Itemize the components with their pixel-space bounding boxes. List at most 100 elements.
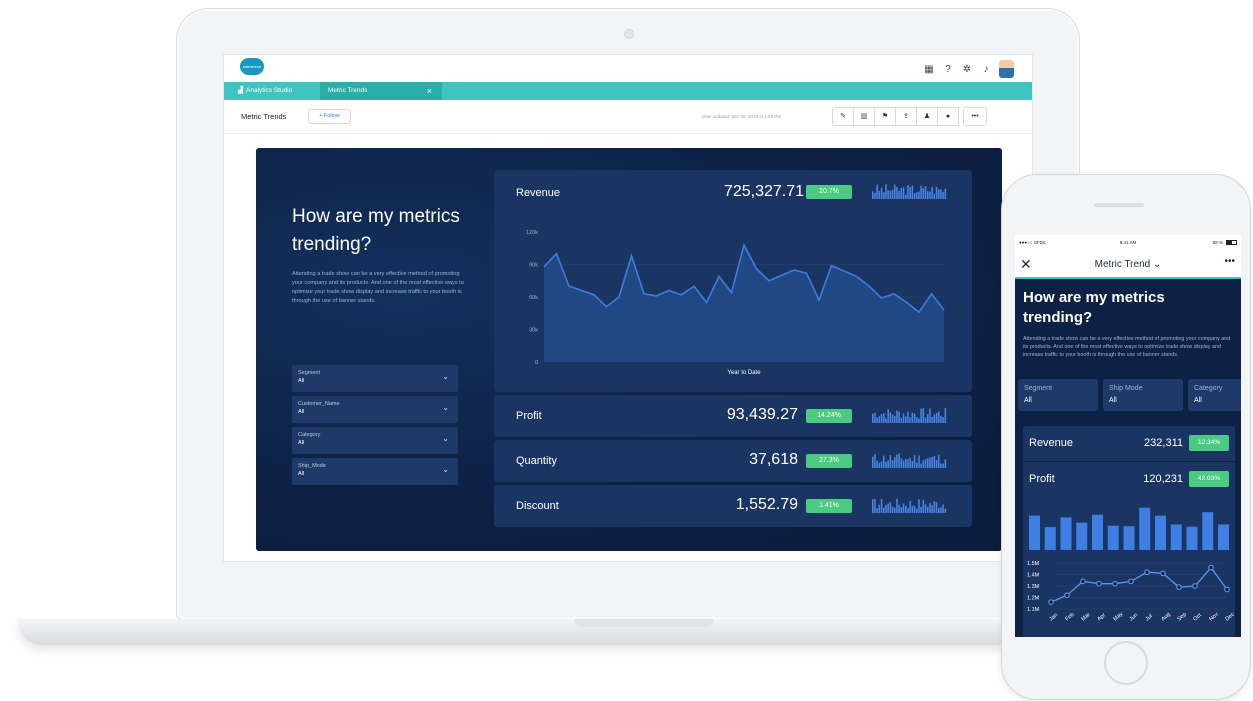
sparkline-bar [878, 416, 881, 423]
sparkline-bar [889, 190, 892, 199]
metric-change-badge: 20.7% [806, 185, 852, 199]
data-point [1176, 584, 1182, 591]
discount-card[interactable]: Discount 1,552.79 1.41% [494, 485, 972, 527]
tab-analytics-studio[interactable]: ▟ Analytics Studio [230, 82, 318, 100]
sparkline-bar [935, 459, 938, 468]
sparkline-bar [933, 501, 936, 513]
sparkline-bar [920, 408, 922, 423]
sparkline-bar [918, 455, 920, 468]
sparkline-bar [907, 185, 909, 199]
sparkline-bar [876, 184, 878, 199]
comment-icon[interactable]: ● [937, 107, 959, 126]
share-icon[interactable]: ⇪ [895, 107, 917, 126]
y-tick-label: 1.3M [1027, 584, 1040, 590]
status-time: 9:41 AM [1119, 240, 1137, 245]
sparkline-bar [876, 460, 878, 468]
x-axis-label: Year to Date [727, 370, 761, 376]
more-actions-button[interactable]: ••• [963, 107, 987, 126]
sparkline-bar [898, 191, 900, 199]
x-tick-label: Feb [1064, 612, 1075, 623]
filter-ship-mode[interactable]: Ship_Mode All ⌄ [292, 458, 458, 485]
sparkline-bar [883, 507, 885, 513]
sparkline-bar [894, 507, 896, 513]
metric-change-badge: 42.03% [1189, 471, 1229, 487]
sparkline-bar [909, 417, 911, 423]
phone-profit-row[interactable]: Profit 120,231 42.03% [1023, 462, 1235, 496]
sparkline-bar [920, 463, 922, 468]
global-actions: ▦ ? ✲ ♪ [923, 60, 1014, 78]
sparkline-bar [902, 187, 905, 199]
phone-filter-ship-mode[interactable]: Ship Mode All [1103, 379, 1183, 411]
tab-metric-trends[interactable]: Metric Trends × [320, 82, 442, 100]
sparkline-bar [911, 412, 914, 423]
edit-pencil-icon[interactable]: ✎ [832, 107, 854, 126]
sparkline-bar [922, 188, 925, 199]
data-point [1080, 578, 1086, 585]
bar [1044, 527, 1056, 550]
phone-screen: ●●●○○ SFDC 9:41 AM 58 % ✕ Metric Trend ⌄… [1015, 235, 1241, 637]
x-tick-label: Jan [1048, 612, 1059, 622]
home-button[interactable] [1104, 641, 1148, 685]
filter-label: Segment [298, 370, 321, 376]
metric-change-badge: 27.3% [806, 454, 852, 468]
sparkline-bar [911, 185, 914, 199]
salesforce-logo[interactable]: salesforce [240, 58, 264, 75]
close-tab-icon[interactable]: × [427, 82, 432, 100]
revenue-area-chart: 0 30k 60k 90k 120k Year to Date [526, 230, 945, 376]
sparkline-bar [940, 463, 942, 468]
quantity-card[interactable]: Quantity 37,618 27.3% [494, 440, 972, 482]
phone-revenue-row[interactable]: Revenue 232,311 12.34% [1023, 426, 1235, 460]
filter-customer-name[interactable]: Customer_Name All ⌄ [292, 396, 458, 423]
chevron-down-icon: ⌄ [442, 403, 449, 412]
profit-card[interactable]: Profit 93,439.27 14.24% [494, 395, 972, 437]
more-actions-icon[interactable]: ••• [1224, 256, 1235, 267]
sparkline-bar [940, 507, 942, 513]
x-tick-label: Jul [1144, 613, 1153, 622]
sparkline-bar [880, 414, 883, 423]
phone-page-title[interactable]: Metric Trend ⌄ [1015, 259, 1241, 270]
filter-value: All [298, 471, 305, 477]
setup-gear-icon[interactable]: ✲ [961, 64, 973, 75]
sparkline-bar [900, 188, 903, 199]
phone-filter-category[interactable]: Category All [1188, 379, 1241, 411]
app-launcher-icon[interactable]: ▦ [923, 64, 935, 75]
filter-value: All [1109, 397, 1117, 404]
battery-icon [1226, 240, 1237, 245]
analytics-icon: ▟ [238, 87, 243, 94]
chevron-down-icon: ⌄ [442, 434, 449, 443]
sparkline-bar [913, 413, 916, 423]
metric-value: 232,311 [1144, 437, 1183, 449]
sparkline-bar [922, 408, 925, 423]
user-avatar[interactable] [999, 60, 1014, 78]
y-tick-label: 0 [535, 360, 538, 366]
sparkline-bar [909, 501, 911, 513]
sparkline-bar [878, 504, 881, 513]
revenue-sparkline [872, 184, 947, 199]
sparkline-bar [872, 456, 874, 468]
notify-icon[interactable]: ♟ [916, 107, 938, 126]
help-icon[interactable]: ? [942, 64, 954, 75]
bookmark-icon[interactable]: ⚑ [874, 107, 896, 126]
sparkline-bar [927, 191, 929, 199]
filter-segment[interactable]: Segment All ⌄ [292, 365, 458, 392]
dashboard-description: Attending a trade show can be a very eff… [292, 271, 464, 304]
follow-button[interactable]: + Follow [308, 109, 351, 124]
dashboard-toolbar: ✎ ▥ ⚑ ⇪ ♟ ● ••• [832, 107, 987, 126]
data-table-icon[interactable]: ▥ [853, 107, 875, 126]
phone-description: Attending a trade show can be a very eff… [1023, 336, 1231, 358]
sparkline-bar [913, 505, 916, 513]
revenue-card[interactable]: Revenue 725,327.71 20.7% 0 30k 60k 90k 120k Y… [494, 170, 972, 392]
notifications-bell-icon[interactable]: ♪ [980, 64, 992, 75]
sparkline-bar [874, 498, 876, 513]
phone-filter-segment[interactable]: Segment All [1018, 379, 1098, 411]
filter-category[interactable]: Category All ⌄ [292, 427, 458, 454]
page-title: Metric Trends [241, 112, 287, 121]
phone-frame: ●●●○○ SFDC 9:41 AM 58 % ✕ Metric Trend ⌄… [1001, 174, 1251, 700]
metric-value: 93,439.27 [726, 406, 798, 423]
sparkline-bar [876, 508, 878, 513]
battery-percent: 58 % [1212, 240, 1223, 245]
y-tick-label: 120k [526, 230, 538, 236]
y-tick-label: 1.4M [1027, 573, 1040, 579]
data-point [1064, 592, 1070, 599]
sparkline-bar [913, 193, 916, 199]
